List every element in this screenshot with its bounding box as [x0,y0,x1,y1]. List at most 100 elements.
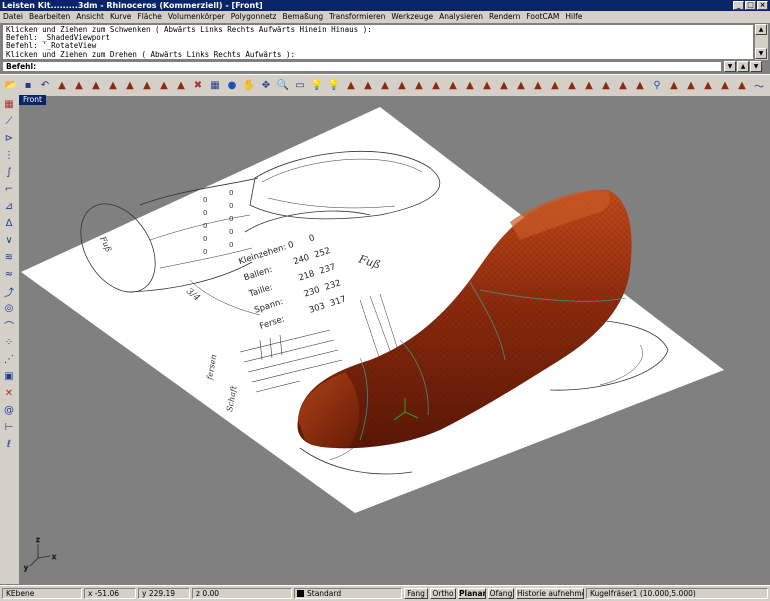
minimize-button[interactable]: _ [733,1,744,10]
record-history-toggle[interactable]: Historie aufnehmen [516,588,584,599]
last-icon[interactable]: ▲ [734,77,750,94]
spiral-icon[interactable]: @ [1,402,17,419]
last-icon[interactable]: ▲ [343,77,359,94]
status-layer-label[interactable]: KEbene [2,588,82,599]
fillet-icon[interactable]: ⌒ [1,317,17,334]
box-icon[interactable]: ▣ [1,368,17,385]
pan-icon[interactable]: ✋ [241,77,257,94]
menu-bearbeiten[interactable]: Bearbeiten [26,11,73,23]
menu-transformieren[interactable]: Transformieren [326,11,388,23]
last-icon[interactable]: ▲ [632,77,648,94]
pin-icon[interactable]: ⚲ [649,77,665,94]
line-icon[interactable]: ⟋ [1,113,17,130]
last-icon[interactable]: ▲ [428,77,444,94]
last-icon[interactable]: ▲ [683,77,699,94]
last-icon[interactable]: ▲ [105,77,121,94]
bulb-icon[interactable]: 💡 [309,77,325,94]
dropdown-arrow-icon[interactable]: ▼ [724,61,736,72]
last-icon[interactable]: ▲ [717,77,733,94]
menu-bemassung[interactable]: Bemaßung [279,11,326,23]
last-icon[interactable]: ▲ [445,77,461,94]
extrude-icon[interactable]: ≋ [1,249,17,266]
last-icon[interactable]: ▲ [564,77,580,94]
status-current-layer[interactable]: Standard [294,588,402,599]
down-arrow-icon[interactable]: ▼ [750,61,762,72]
text-icon[interactable]: ℓ [1,436,17,453]
grid-points-icon[interactable]: ⁘ [1,334,17,351]
point-icon[interactable]: ⋮ [1,147,17,164]
maximize-button[interactable]: □ [745,1,756,10]
menu-flaeche[interactable]: Fläche [134,11,165,23]
trim-icon[interactable]: ✕ [1,385,17,402]
loft-icon[interactable]: ∨ [1,232,17,249]
last-icon[interactable]: ▲ [54,77,70,94]
viewport-title[interactable]: Front [19,95,46,105]
menu-analysieren[interactable]: Analysieren [436,11,486,23]
scroll-up-button[interactable]: ▲ [755,24,767,35]
last-icon[interactable]: ▲ [615,77,631,94]
menu-volumenkoerper[interactable]: Volumenkörper [165,11,228,23]
polygon-icon[interactable]: ⊿ [1,198,17,215]
viewport-front[interactable]: 00000 00000 Fuß Fuß 3/4 fersen Schaft Kl… [19,96,770,584]
last-icon[interactable]: ▲ [462,77,478,94]
osnap-toggle[interactable]: Ofang [488,588,514,599]
last-icon[interactable]: ▲ [581,77,597,94]
last-icon[interactable]: ▲ [496,77,512,94]
menu-kurve[interactable]: Kurve [107,11,134,23]
planar-toggle[interactable]: Planar [458,588,486,599]
move-icon[interactable]: ✥ [258,77,274,94]
delete-icon[interactable]: ✖ [190,77,206,94]
last-icon[interactable]: ▲ [360,77,376,94]
wireframe-icon[interactable]: ▦ [207,77,223,94]
boolean-icon[interactable]: ≈ [1,266,17,283]
curve-icon[interactable]: ∫ [1,164,17,181]
history-scrollbar[interactable]: ▲ ▼ [755,24,768,60]
sweep-icon[interactable]: ⤴ [1,283,17,300]
last-icon[interactable]: ▲ [139,77,155,94]
bulb-icon[interactable]: 💡 [326,77,342,94]
menu-polygonnetz[interactable]: Polygonnetz [228,11,280,23]
surface-icon[interactable]: Δ [1,215,17,232]
last-icon[interactable]: ▲ [156,77,172,94]
menu-werkzeuge[interactable]: Werkzeuge [388,11,436,23]
circle-icon[interactable]: ◎ [1,300,17,317]
last-icon[interactable]: ▲ [513,77,529,94]
menu-hilfe[interactable]: Hilfe [562,11,585,23]
dimension-icon[interactable]: ⊢ [1,419,17,436]
zoom-icon[interactable]: 🔍 [275,77,291,94]
sphere-icon[interactable]: ● [224,77,240,94]
last-icon[interactable]: ▲ [173,77,189,94]
open-icon[interactable]: 📂 [3,77,19,94]
last-icon[interactable]: ▲ [377,77,393,94]
menu-ansicht[interactable]: Ansicht [73,11,107,23]
save-icon[interactable]: ▪ [20,77,36,94]
last-icon[interactable]: ▲ [394,77,410,94]
menu-datei[interactable]: Datei [0,11,26,23]
ortho-toggle[interactable]: Ortho [430,588,456,599]
last-icon[interactable]: ▲ [666,77,682,94]
menu-footcam[interactable]: FootCAM [523,11,562,23]
last-icon[interactable]: ▲ [71,77,87,94]
last-icon[interactable]: ▲ [122,77,138,94]
close-button[interactable]: × [757,1,768,10]
last-icon[interactable]: ▲ [700,77,716,94]
last-icon[interactable]: ▲ [411,77,427,94]
last-icon[interactable]: ▲ [598,77,614,94]
split-icon[interactable]: ⋰ [1,351,17,368]
last-icon[interactable]: ▲ [88,77,104,94]
last-icon[interactable]: ▲ [547,77,563,94]
snap-toggle[interactable]: Fang [404,588,428,599]
curve-icon[interactable]: 〜 [751,77,767,94]
zoom-window-icon[interactable]: ▭ [292,77,308,94]
scroll-track[interactable] [755,35,768,48]
command-line[interactable]: Befehl: [2,61,722,72]
rectangle-icon[interactable]: ⌐ [1,181,17,198]
last-icon[interactable]: ▲ [479,77,495,94]
undo-icon[interactable]: ↶ [37,77,53,94]
menu-rendern[interactable]: Rendern [486,11,523,23]
last-icon[interactable]: ▲ [530,77,546,94]
polyline-icon[interactable]: ⊳ [1,130,17,147]
scroll-down-button[interactable]: ▼ [755,48,767,59]
select-points-icon[interactable]: ▦ [1,96,17,113]
up-arrow-icon[interactable]: ▲ [737,61,749,72]
